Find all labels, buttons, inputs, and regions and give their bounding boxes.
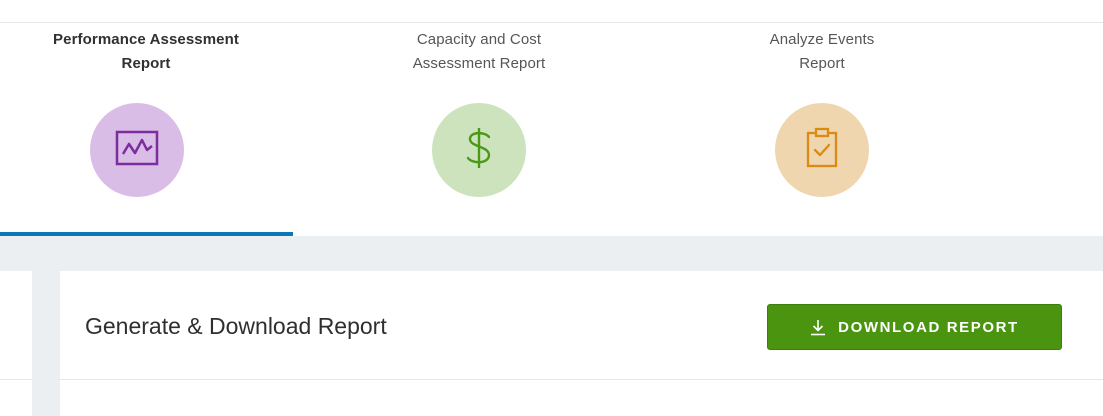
tab-performance-assessment-report[interactable]: Performance Assessment Report — [0, 24, 293, 236]
left-panel-divider — [0, 379, 32, 380]
tab-title: Performance Assessment Report — [0, 28, 292, 76]
tab-title-line1: Analyze Events — [769, 31, 875, 48]
clipboard-check-icon — [805, 127, 839, 174]
tab-title-line2: Report — [799, 55, 845, 72]
tab-title-line2: Report — [121, 55, 171, 72]
download-report-button[interactable]: DOWNLOAD REPORT — [767, 304, 1062, 350]
tab-title-line1: Performance Assessment — [53, 31, 239, 48]
top-strip — [0, 0, 1103, 23]
tab-icon-circle — [90, 103, 184, 197]
card-divider — [60, 379, 1103, 380]
left-panel — [0, 271, 32, 416]
tab-icon-circle — [432, 103, 526, 197]
tab-analyze-events-report[interactable]: Analyze Events Report — [676, 24, 968, 236]
report-page: Performance Assessment Report Capacity a… — [0, 0, 1103, 416]
dollar-icon — [464, 125, 494, 176]
tab-title: Capacity and Cost Assessment Report — [333, 28, 625, 76]
tab-title-line1: Capacity and Cost — [416, 31, 542, 48]
tab-title: Analyze Events Report — [676, 28, 968, 76]
tab-capacity-cost-assessment-report[interactable]: Capacity and Cost Assessment Report — [333, 24, 625, 236]
tab-title-line2: Assessment Report — [412, 55, 546, 72]
tab-icon-circle — [775, 103, 869, 197]
performance-chart-icon — [114, 129, 160, 172]
card-title: Generate & Download Report — [85, 313, 387, 339]
report-card: Generate & Download Report DOWNLOAD REPO… — [60, 271, 1103, 416]
download-report-label: DOWNLOAD REPORT — [838, 318, 1019, 336]
download-icon — [810, 319, 826, 336]
report-tabs: Performance Assessment Report Capacity a… — [0, 24, 1103, 236]
